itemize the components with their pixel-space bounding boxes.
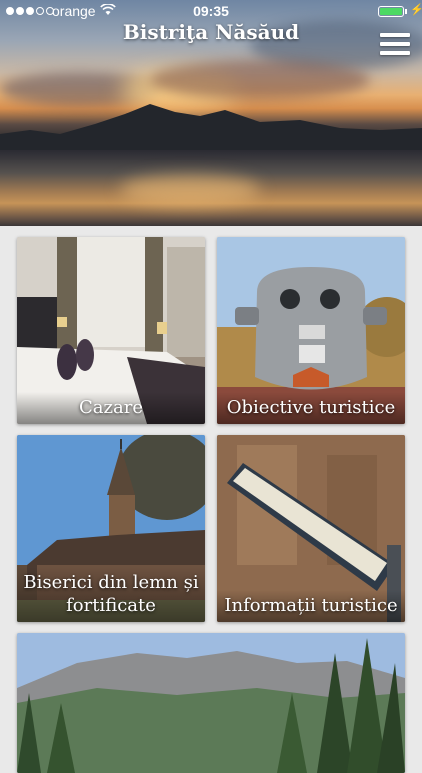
status-time: 09:35 <box>193 3 229 19</box>
sky-cloud <box>150 60 370 100</box>
battery-icon <box>378 6 404 17</box>
tile-cazare[interactable]: Cazare <box>17 237 205 424</box>
tile-label: Biserici din lemn și fortificate <box>17 567 205 622</box>
tile-label: Informații turistice <box>217 590 405 622</box>
battery-tip <box>405 9 407 14</box>
charging-bolt-icon: ⚡ <box>410 4 422 16</box>
water-shine <box>120 175 260 205</box>
tile-informatii-turistice[interactable]: Informații turistice <box>217 435 405 622</box>
mountain-forest-image <box>17 633 405 773</box>
hamburger-menu-icon[interactable] <box>380 33 410 59</box>
tile-biserici-din-lemn[interactable]: Biserici din lemn și fortificate <box>17 435 205 622</box>
tile-label: Cazare <box>17 392 205 424</box>
tile-obiective-turistice[interactable]: Obiective turistice <box>217 237 405 424</box>
page-title: Bistriţa Năsăud <box>122 20 300 44</box>
tile-label: Obiective turistice <box>217 392 405 424</box>
header-banner: orange 09:35 ⚡ Bistriţa Năsăud <box>0 0 422 226</box>
tile-mountains[interactable] <box>17 633 405 773</box>
